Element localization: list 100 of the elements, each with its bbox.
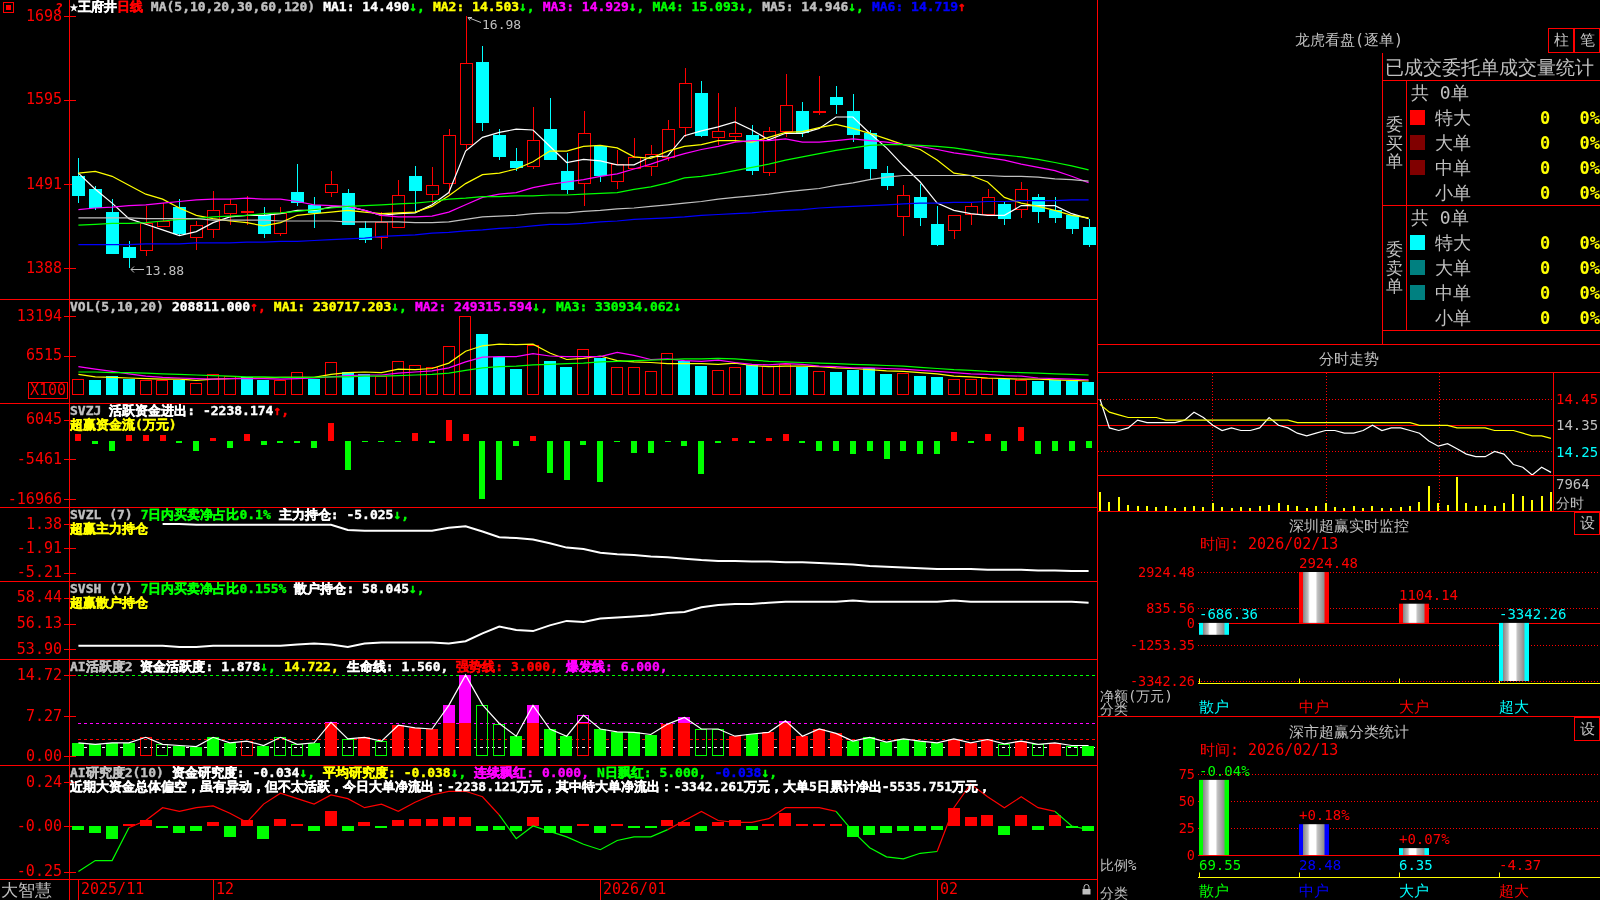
activity-bar [257,746,269,756]
research-bar [409,819,421,826]
date-label: 2026/01 [600,880,667,900]
category-label: 大户 [1399,699,1429,716]
activity-bar [291,744,303,756]
volume-bar [931,377,943,395]
axis-label: -1253.35 [1129,637,1195,652]
activity-bar [729,736,741,756]
legend-text: MA4: 15.093 [652,0,739,14]
fund-flow-bar [227,441,233,448]
research-bar [510,826,522,831]
candlestick [1066,214,1079,235]
percent-value: 0% [1579,307,1600,328]
candlestick [106,198,119,255]
category-label: 超大 [1499,699,1529,716]
volume-bar [847,370,859,395]
candlestick [897,184,910,237]
research-bar [241,820,253,826]
axis-label: 58.44 [16,592,62,604]
axis-label: 0.00 [25,750,62,762]
candlestick [746,124,759,176]
activity-bar [998,744,1010,756]
volume-bar [1049,380,1061,395]
research-bar [1015,815,1027,826]
activity-bar [1082,746,1094,756]
chart-mode-button[interactable]: 柱 [1548,28,1574,53]
candlestick [308,196,321,229]
research-bar [1049,815,1061,826]
volume-bar [72,379,84,395]
count-value: 0 [1539,182,1551,203]
axis-label: 14.72 [16,669,62,681]
activity-bar [931,743,943,756]
research-bar [1082,826,1094,831]
volume-bar [695,366,707,395]
research-bar [914,826,926,831]
count-value: 0 [1539,157,1551,178]
fund-flow-bar [934,441,940,454]
fund-flow-bar [648,441,654,453]
axis-label: 1.38 [25,518,62,530]
legend-text: MA2: 249315.594 [414,300,533,314]
activity-bar [544,729,556,756]
settings-button[interactable]: 设 [1574,717,1600,741]
candlestick [813,75,826,116]
legend-text: 日线 [116,0,143,14]
order-type-label: 特大 [1435,232,1471,253]
axis-label: 14.25 [1556,444,1599,459]
candlestick [1015,181,1028,219]
volume-bar [308,379,320,395]
settings-button[interactable]: 设 [1574,512,1600,535]
volume-bar [426,367,438,395]
fund-flow-bar [530,436,536,441]
legend-text: ↓, [848,0,864,14]
axis-label: 835.56 [1146,601,1195,616]
fund-flow-bar [479,441,485,499]
order-type-label: 大单 [1435,257,1471,278]
candlestick [325,170,338,198]
value-label: 2924.48 [1299,555,1358,571]
volume-bar [207,374,219,395]
legend-text: 活跃资金进出: -2238.174 [109,404,274,418]
candlestick [561,152,574,195]
axis-label: -1.91 [16,542,62,554]
date-label: 2025/11 [78,880,145,900]
window-icon[interactable] [3,2,14,13]
legend-text: 平均研究度: -0.038 [323,766,451,780]
fund-flow-bar [446,420,452,441]
research-bar [847,826,859,837]
volume-bar [476,334,488,395]
lock-icon[interactable] [1082,884,1091,895]
legend-text: 连续飘红: 0.000, [474,766,589,780]
legend-text: MA1: 14.490 [323,0,410,14]
research-bar [89,826,101,833]
activity-bar [1066,746,1078,756]
activity-bar [830,733,842,756]
value-label: 6.35 [1399,857,1433,873]
research-bar [342,826,354,831]
axis-label: -5461 [16,453,62,465]
axis-label: -16966 [7,493,62,505]
volume-bar [291,372,303,395]
value-label: -4.37 [1499,857,1542,873]
volume-bar [611,367,623,395]
activity-bar [981,739,993,756]
candlestick [544,97,557,161]
research-bar [459,817,471,826]
activity-bar [611,732,623,756]
change-label: +0.07% [1399,831,1450,848]
legend-text: SVZL (7) [70,508,133,522]
fund-flow-bar [463,434,469,441]
category-bar [1299,572,1329,623]
axis-label: 6045 [25,414,62,426]
volume-bar [863,368,875,395]
legend-text: MA5: 14.946 [762,0,849,14]
count-value: 0 [1539,282,1551,303]
research-bar [257,826,269,839]
legend-text: MA3: 14.929 [542,0,629,14]
chart-mode-button[interactable]: 笔 [1574,28,1600,53]
candlestick [645,144,658,177]
candlestick [847,93,860,143]
activity-bar [375,741,387,756]
category-bar [1399,603,1429,623]
legend-text: ↑, [250,300,266,314]
